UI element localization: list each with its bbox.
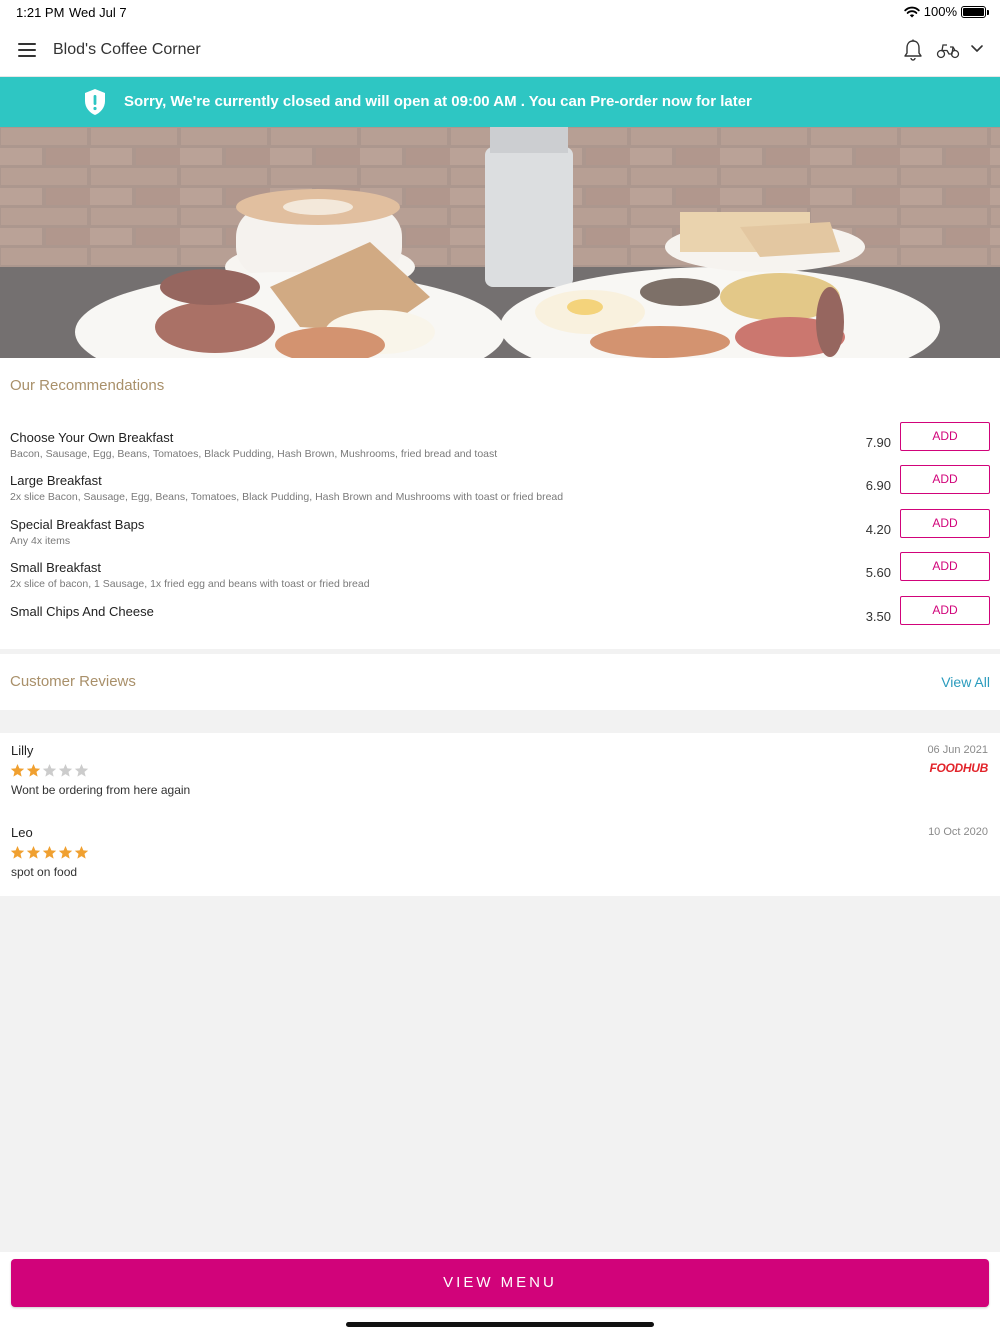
- add-button[interactable]: ADD: [900, 596, 990, 625]
- item-name: Large Breakfast: [10, 473, 102, 488]
- item-price: 5.60: [865, 565, 891, 580]
- closed-banner: Sorry, We're currently closed and will o…: [0, 77, 1000, 127]
- status-time: 1:21 PM: [16, 5, 65, 20]
- recommendations-section: Our Recommendations Choose Your Own Brea…: [0, 358, 1000, 649]
- foodhub-logo: FOODHUB: [929, 761, 988, 775]
- hero-food-image: [0, 127, 1000, 358]
- star-empty-icon: [74, 763, 89, 777]
- star-rating: [10, 845, 89, 860]
- add-button[interactable]: ADD: [900, 465, 990, 494]
- wifi-icon: [904, 6, 920, 17]
- reviews-list: Lilly 06 Jun 2021 FOODHUB Wont be orderi…: [0, 733, 1000, 896]
- item-description: Any 4x items: [10, 535, 71, 547]
- star-filled-icon: [26, 763, 41, 777]
- item-name: Small Chips And Cheese: [10, 604, 154, 619]
- home-indicator: [346, 1322, 654, 1327]
- item-price: 7.90: [865, 435, 891, 450]
- view-menu-button[interactable]: VIEW MENU: [11, 1259, 989, 1307]
- add-button[interactable]: ADD: [900, 509, 990, 538]
- menu-item: Small Breakfast 2x slice of bacon, 1 Sau…: [0, 552, 1000, 600]
- shield-alert-icon: [85, 89, 105, 115]
- status-right: 100%: [904, 4, 989, 19]
- menu-item: Large Breakfast 2x slice Bacon, Sausage,…: [0, 465, 1000, 513]
- add-button[interactable]: ADD: [900, 422, 990, 451]
- star-empty-icon: [42, 763, 57, 777]
- app-header: Blod's Coffee Corner: [0, 24, 1000, 77]
- item-name: Special Breakfast Baps: [10, 517, 145, 532]
- menu-item: Special Breakfast Baps Any 4x items 4.20…: [0, 509, 1000, 557]
- star-filled-icon: [10, 763, 25, 777]
- review-item: Leo 10 Oct 2020 spot on food: [0, 825, 1000, 895]
- review-date: 10 Oct 2020: [928, 826, 988, 838]
- item-description: 2x slice Bacon, Sausage, Egg, Beans, Tom…: [10, 491, 564, 503]
- item-description: Bacon, Sausage, Egg, Beans, Tomatoes, Bl…: [10, 448, 498, 460]
- status-date: Wed Jul 7: [69, 5, 127, 20]
- item-description: 2x slice of bacon, 1 Sausage, 1x fried e…: [10, 578, 370, 590]
- chevron-down-icon[interactable]: [970, 44, 984, 53]
- item-price: 6.90: [865, 478, 891, 493]
- star-filled-icon: [74, 845, 89, 859]
- item-name: Small Breakfast: [10, 560, 102, 575]
- review-date: 06 Jun 2021: [927, 744, 988, 756]
- add-button[interactable]: ADD: [900, 552, 990, 581]
- menu-item: Small Chips And Cheese 3.50 ADD: [0, 596, 1000, 644]
- view-all-link[interactable]: View All: [941, 674, 990, 690]
- banner-message: Sorry, We're currently closed and will o…: [124, 93, 752, 110]
- item-price: 3.50: [865, 609, 891, 624]
- status-bar: 1:21 PM Wed Jul 7 100%: [0, 0, 1000, 24]
- star-filled-icon: [58, 845, 73, 859]
- restaurant-title: Blod's Coffee Corner: [53, 41, 201, 58]
- review-comment: Wont be ordering from here again: [11, 783, 191, 797]
- star-filled-icon: [42, 845, 57, 859]
- star-empty-icon: [58, 763, 73, 777]
- review-author: Leo: [11, 825, 33, 840]
- reviews-header: Customer Reviews View All: [0, 654, 1000, 710]
- review-comment: spot on food: [11, 865, 78, 879]
- item-name: Choose Your Own Breakfast: [10, 430, 174, 445]
- star-filled-icon: [10, 845, 25, 859]
- battery-icon: [961, 5, 989, 18]
- reviews-title: Customer Reviews: [10, 673, 136, 690]
- recommendations-title: Our Recommendations: [10, 377, 165, 394]
- review-item: Lilly 06 Jun 2021 FOODHUB Wont be orderi…: [0, 743, 1000, 813]
- item-price: 4.20: [865, 522, 891, 537]
- menu-item: Choose Your Own Breakfast Bacon, Sausage…: [0, 422, 1000, 470]
- delivery-scooter-icon[interactable]: [936, 41, 960, 59]
- star-rating: [10, 763, 89, 778]
- bell-icon[interactable]: [903, 39, 923, 61]
- review-author: Lilly: [11, 743, 34, 758]
- menu-icon[interactable]: [18, 43, 36, 57]
- star-filled-icon: [26, 845, 41, 859]
- battery-percent: 100%: [923, 4, 957, 19]
- bottom-bar: VIEW MENU: [0, 1252, 1000, 1334]
